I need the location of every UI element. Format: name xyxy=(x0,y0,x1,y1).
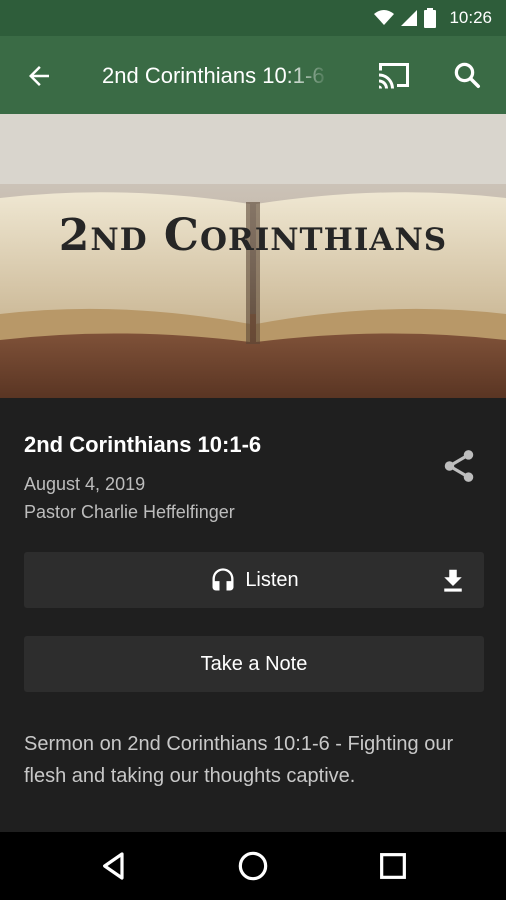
signal-icon xyxy=(401,10,418,26)
listen-button[interactable]: Listen xyxy=(24,552,484,608)
wifi-icon xyxy=(374,10,395,25)
battery-icon xyxy=(424,8,437,28)
headphones-icon xyxy=(212,568,234,591)
sermon-title: 2nd Corinthians 10:1-6 xyxy=(24,432,262,457)
sermon-description: Sermon on 2nd Corinthians 10:1-6 - Fight… xyxy=(24,733,454,787)
listen-label: Listen xyxy=(245,568,299,591)
download-icon[interactable] xyxy=(438,566,468,596)
hero-title: 2nd Corinthians xyxy=(58,210,448,261)
take-note-label: Take a Note xyxy=(200,652,308,675)
sermon-date: August 4, 2019 xyxy=(24,474,146,494)
back-arrow-icon[interactable] xyxy=(24,61,54,91)
take-note-button[interactable]: Take a Note xyxy=(24,636,484,692)
search-icon[interactable] xyxy=(452,60,482,90)
nav-home-icon[interactable] xyxy=(237,850,269,882)
share-icon[interactable] xyxy=(440,446,478,486)
system-navigation-bar xyxy=(0,832,506,900)
nav-recents-icon[interactable] xyxy=(377,850,409,882)
status-bar: 10:26 xyxy=(0,0,506,36)
sermon-speaker: Pastor Charlie Heffelfinger xyxy=(24,502,235,522)
sermon-series-image: 2nd Corinthians xyxy=(0,114,506,398)
app-bar: 2nd Corinthians 10:1-6 xyxy=(0,36,506,114)
status-time: 10:26 xyxy=(449,8,492,27)
app-bar-title: 2nd Corinthians 10:1-6 xyxy=(102,63,325,88)
cast-icon[interactable] xyxy=(376,60,412,90)
nav-back-icon[interactable] xyxy=(98,850,130,882)
